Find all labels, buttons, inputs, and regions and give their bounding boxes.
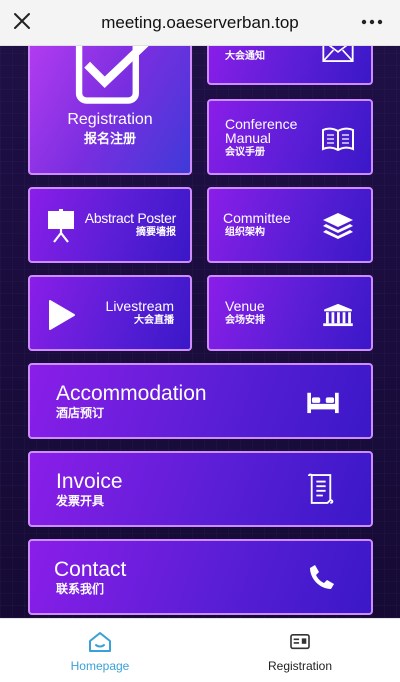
committee-label-zh: 组织架构 bbox=[225, 227, 265, 238]
venue-label-en: Venue bbox=[225, 298, 265, 314]
manual-label-en-line2: Manual bbox=[225, 130, 271, 146]
committee-label-en: Committee bbox=[223, 210, 291, 226]
nav-homepage[interactable]: Homepage bbox=[0, 619, 200, 682]
accommodation-label-zh: 酒店预订 bbox=[56, 406, 105, 420]
conference-manual-tile[interactable]: Conference Manual 会议手册 bbox=[207, 99, 373, 175]
invoice-label-zh: 发票开具 bbox=[56, 494, 105, 508]
bottom-navigation: Homepage Registration bbox=[0, 618, 400, 682]
menu-grid: Registration 报名注册 大会通知 Conference Manual… bbox=[0, 46, 400, 618]
notice-label-zh: 大会通知 bbox=[225, 51, 265, 62]
bed-icon bbox=[307, 392, 339, 414]
accommodation-tile[interactable]: Accommodation 酒店预订 bbox=[28, 363, 373, 439]
livestream-label-zh: 大会直播 bbox=[134, 315, 174, 326]
presentation-board-icon bbox=[48, 209, 74, 243]
page-url: meeting.oaeserverban.top bbox=[101, 12, 299, 32]
building-icon bbox=[323, 303, 353, 327]
abstract-label-en: Abstract Poster bbox=[84, 210, 177, 226]
more-options-icon[interactable] bbox=[360, 10, 384, 34]
registration-label-en: Registration bbox=[67, 111, 153, 128]
invoice-tile[interactable]: Invoice 发票开具 bbox=[28, 451, 373, 527]
committee-tile[interactable]: Committee 组织架构 bbox=[207, 187, 373, 263]
nav-registration[interactable]: Registration bbox=[200, 619, 400, 682]
receipt-icon bbox=[308, 473, 334, 504]
nav-homepage-label: Homepage bbox=[70, 659, 130, 673]
contact-tile[interactable]: Contact 联系我们 bbox=[28, 539, 373, 615]
invoice-label-en: Invoice bbox=[56, 470, 123, 493]
manual-label-zh: 会议手册 bbox=[225, 147, 265, 158]
abstract-label-zh: 摘要墙报 bbox=[136, 227, 176, 238]
notice-tile[interactable]: 大会通知 bbox=[207, 46, 373, 85]
play-icon bbox=[49, 300, 75, 330]
contact-label-en: Contact bbox=[54, 558, 127, 581]
phone-icon bbox=[310, 565, 334, 589]
browser-top-bar: meeting.oaeserverban.top bbox=[0, 0, 400, 46]
id-card-icon bbox=[290, 633, 310, 650]
checkbox-icon bbox=[75, 46, 149, 104]
accommodation-label-en: Accommodation bbox=[56, 382, 207, 405]
manual-label-en-line1: Conference bbox=[225, 116, 298, 132]
registration-tile[interactable]: Registration 报名注册 bbox=[28, 46, 192, 175]
registration-label-zh: 报名注册 bbox=[83, 132, 136, 147]
venue-label-zh: 会场安排 bbox=[225, 315, 265, 326]
contact-label-zh: 联系我们 bbox=[56, 582, 105, 596]
venue-tile[interactable]: Venue 会场安排 bbox=[207, 275, 373, 351]
book-icon bbox=[322, 127, 354, 151]
close-icon[interactable] bbox=[10, 9, 34, 33]
livestream-label-en: Livestream bbox=[105, 298, 174, 314]
home-icon bbox=[89, 632, 111, 652]
envelope-icon bbox=[322, 46, 354, 62]
nav-registration-label: Registration bbox=[267, 659, 333, 673]
livestream-tile[interactable]: Livestream 大会直播 bbox=[28, 275, 192, 351]
abstract-poster-tile[interactable]: Abstract Poster 摘要墙报 bbox=[28, 187, 192, 263]
layers-icon bbox=[323, 213, 353, 239]
